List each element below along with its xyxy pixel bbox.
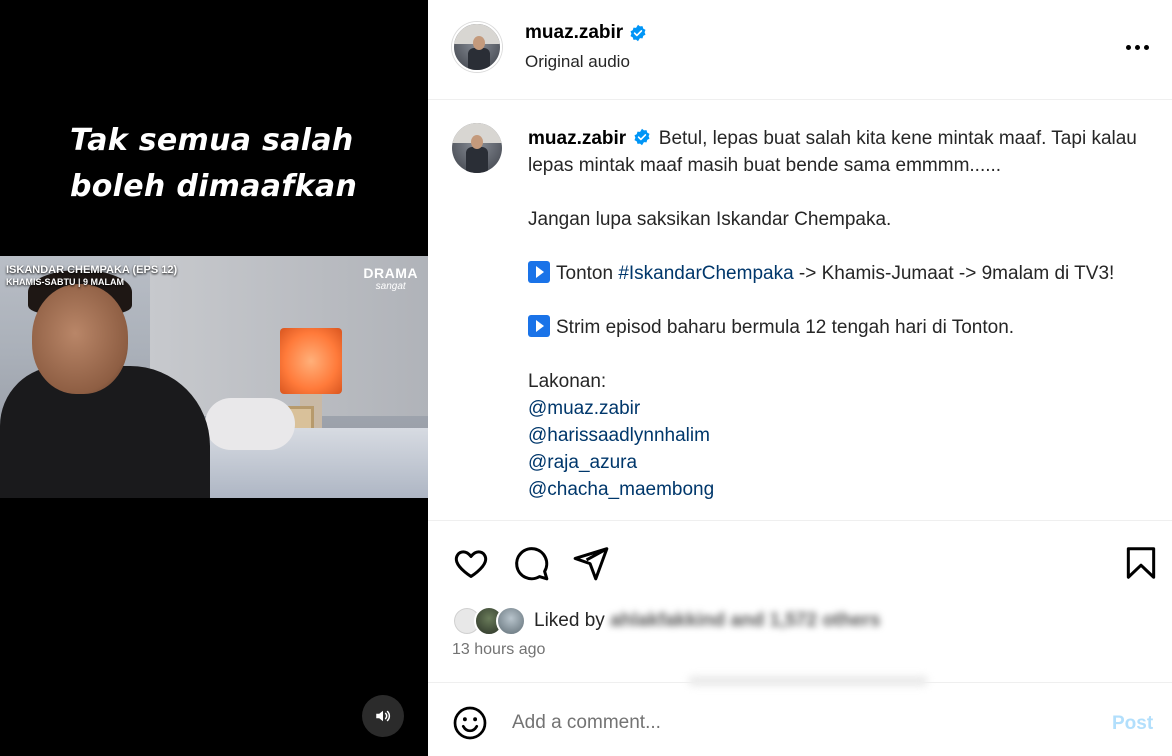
more-options-icon	[1125, 44, 1131, 50]
caption-author-avatar[interactable]	[452, 123, 502, 173]
mention-link[interactable]: @muaz.zabir	[528, 395, 1148, 422]
post-timestamp[interactable]: 13 hours ago	[452, 641, 545, 659]
comment-bar: Post	[428, 682, 1172, 756]
post-comment-button[interactable]: Post	[1112, 713, 1153, 735]
mention-link[interactable]: @raja_azura	[528, 449, 1148, 476]
liked-by-label: Liked by	[534, 610, 605, 631]
hashtag-link[interactable]: #IskandarChempaka	[618, 263, 793, 284]
video-overlay-caption: Tak semua salah boleh dimaafkan	[70, 123, 358, 204]
author-username[interactable]: muaz.zabir	[525, 22, 647, 44]
speaker-icon	[376, 710, 391, 722]
emoji-icon[interactable]	[452, 705, 488, 741]
liker-avatar	[496, 606, 526, 636]
share-icon[interactable]	[572, 544, 610, 582]
video-frame: ISKANDAR CHEMPAKA (EPS 12) KHAMIS-SABTU …	[0, 256, 428, 498]
drama-sangat-logo: DRAMA sangat	[363, 265, 418, 292]
author-avatar[interactable]	[452, 22, 502, 72]
play-button-emoji-icon	[528, 315, 550, 337]
verified-badge-icon	[630, 24, 646, 42]
caption-strim: Strim episod baharu bermula 12 tengah ha…	[528, 314, 1148, 341]
mention-link[interactable]: @harissaadlynnhalim	[528, 422, 1148, 449]
likes-summary[interactable]: Liked by ahlakfakkind and 1,572 others	[452, 603, 880, 639]
caption-tonton: Tonton #IskandarChempaka -> Khamis-Jumaa…	[528, 260, 1148, 287]
original-audio-link[interactable]: Original audio	[525, 52, 630, 72]
post-panel: muaz.zabir Original audio muaz.zabir Bet…	[428, 0, 1172, 756]
post-header: muaz.zabir Original audio	[428, 0, 1172, 100]
show-schedule: KHAMIS-SABTU | 9 MALAM	[6, 277, 125, 287]
post-caption: muaz.zabir Betul, lepas buat salah kita …	[528, 125, 1148, 503]
caption-scroll-area[interactable]: muaz.zabir Betul, lepas buat salah kita …	[428, 101, 1172, 521]
audio-toggle-button[interactable]	[362, 695, 404, 737]
caption-lakonan: Lakonan:	[528, 371, 607, 392]
action-bar	[428, 540, 1172, 586]
mention-link[interactable]: @chacha_maembong	[528, 476, 1148, 503]
verified-badge-icon	[634, 128, 650, 146]
lamp	[280, 328, 342, 394]
comment-input[interactable]	[512, 705, 1072, 741]
comment-icon[interactable]	[512, 544, 550, 582]
caption-username[interactable]: muaz.zabir	[528, 128, 626, 149]
show-title: ISKANDAR CHEMPAKA (EPS 12)	[6, 264, 178, 276]
more-options-button[interactable]	[1122, 36, 1152, 58]
reel-video[interactable]: Tak semua salah boleh dimaafkan ISKANDAR…	[0, 0, 428, 756]
heart-icon[interactable]	[452, 544, 490, 582]
bookmark-icon[interactable]	[1122, 544, 1160, 582]
caption-line-2: Jangan lupa saksikan Iskandar Chempaka.	[528, 209, 892, 230]
liked-by-names-blurred[interactable]: ahlakfakkind and 1,572 others	[610, 610, 880, 632]
play-button-emoji-icon	[528, 261, 550, 283]
